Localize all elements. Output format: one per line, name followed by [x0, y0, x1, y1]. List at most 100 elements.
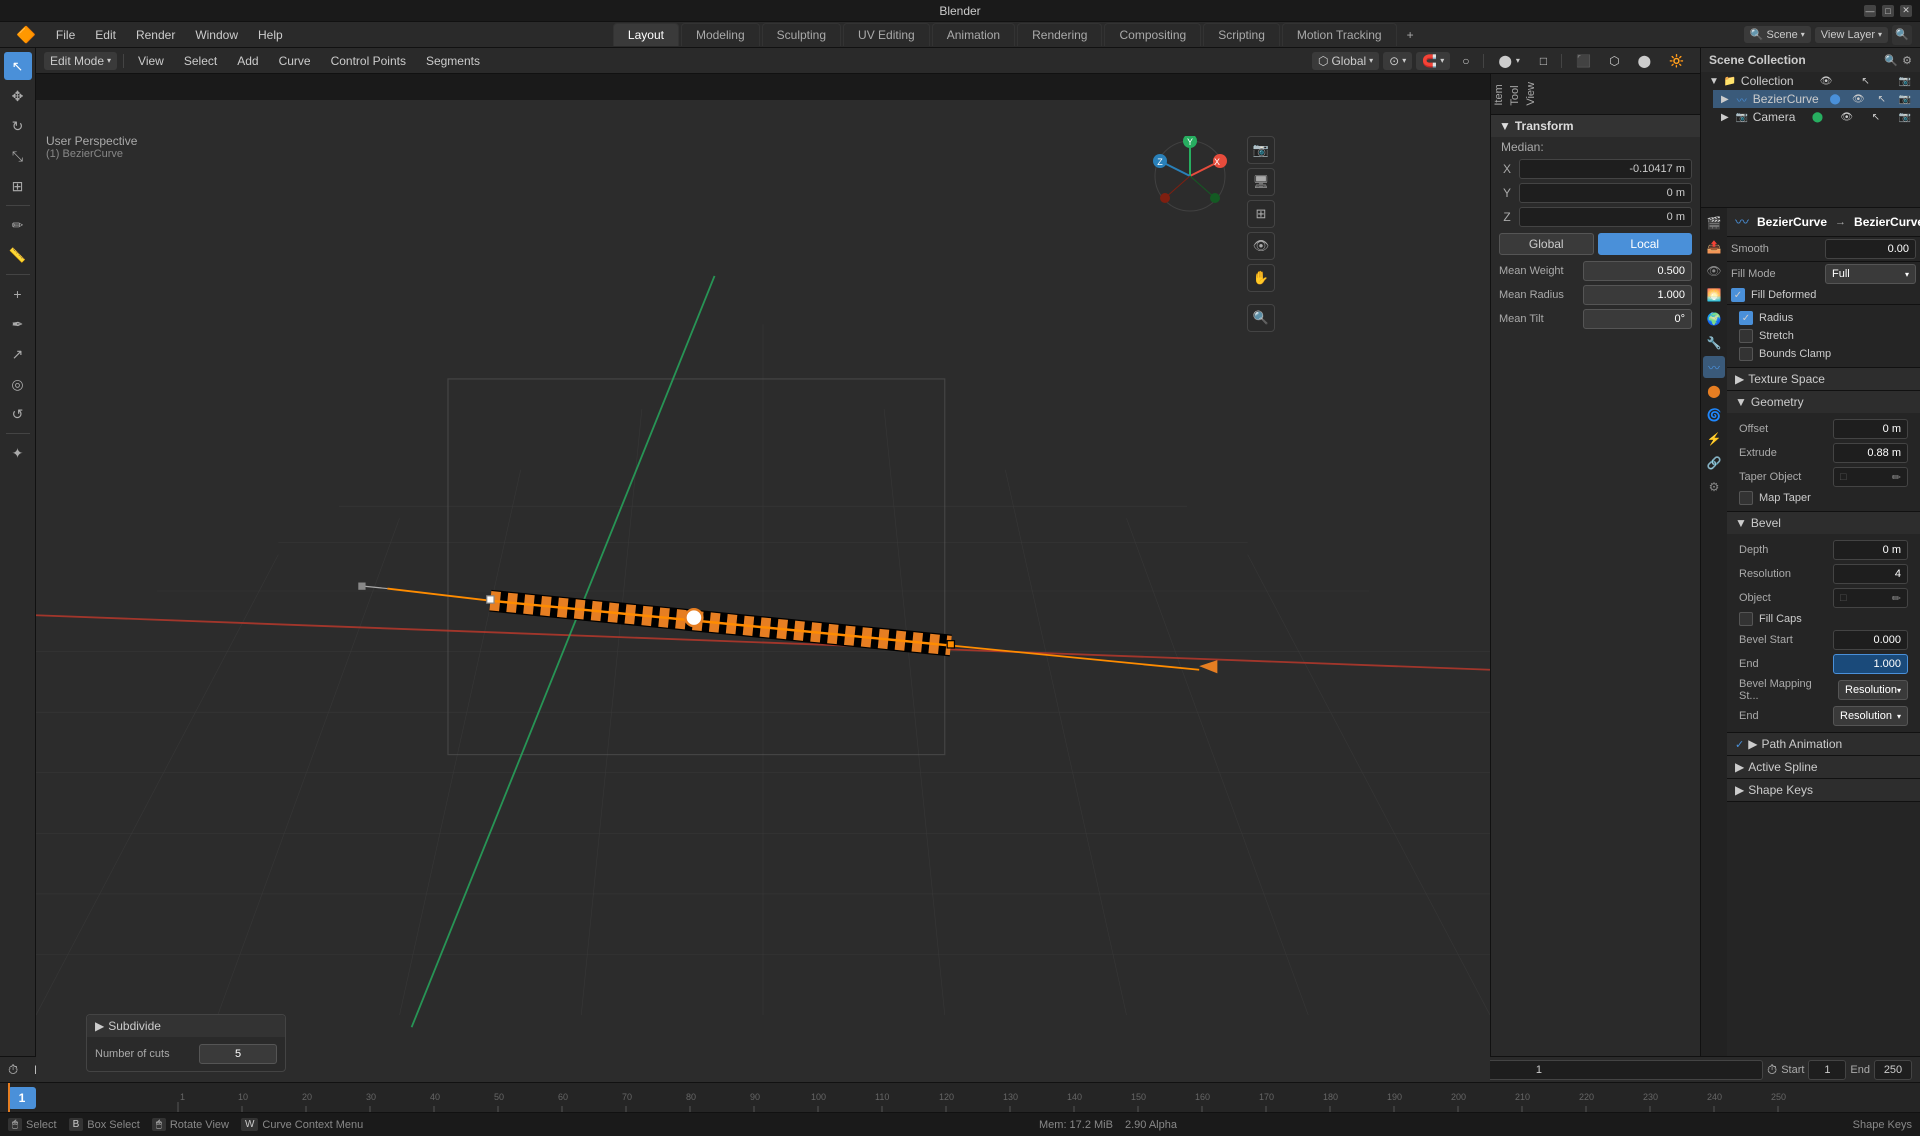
tool-rotate[interactable]: ↻: [4, 112, 32, 140]
view-tab[interactable]: View: [1523, 74, 1539, 114]
engine-selector[interactable]: 🔍 Scene ▾: [1744, 26, 1811, 43]
end-frame-input[interactable]: 250: [1874, 1060, 1912, 1080]
timeline-ruler[interactable]: 1 1 10 20: [0, 1083, 1920, 1112]
outliner-filter[interactable]: 🔍: [1884, 54, 1898, 67]
ws-tab-animation[interactable]: Animation: [932, 23, 1015, 46]
tool-random[interactable]: ✦: [4, 439, 32, 467]
collection-vis-cursor[interactable]: ↖: [1859, 74, 1873, 88]
bevel-mapping-start-select[interactable]: Resolution ▾: [1838, 680, 1908, 700]
prop-object-icon[interactable]: 🔧: [1703, 332, 1725, 354]
bevel-end-value[interactable]: 1.000: [1833, 654, 1908, 674]
prop-object-name[interactable]: BezierCurve: [1757, 215, 1827, 229]
local-btn[interactable]: Local: [1598, 233, 1693, 255]
x-input[interactable]: -0.10417 m: [1519, 159, 1692, 179]
xray-toggle[interactable]: □: [1532, 52, 1555, 70]
tool-tab[interactable]: Tool: [1507, 74, 1523, 114]
ws-tab-rendering[interactable]: Rendering: [1017, 23, 1102, 46]
proportional-edit[interactable]: ○: [1454, 52, 1477, 70]
tool-draw[interactable]: ✒: [4, 310, 32, 338]
prop-constraints-icon[interactable]: 🔗: [1703, 452, 1725, 474]
blender-logo[interactable]: 🔶: [8, 23, 44, 47]
resolution-value[interactable]: 4: [1833, 564, 1908, 584]
prop-world-icon[interactable]: 🌍: [1703, 308, 1725, 330]
wireframe-view[interactable]: ⬡: [1601, 52, 1627, 70]
segments-menu[interactable]: Segments: [418, 52, 488, 70]
taper-object-value[interactable]: □ ✏: [1833, 467, 1908, 487]
tool-tilt[interactable]: ↺: [4, 400, 32, 428]
outliner-item-collection[interactable]: ▼ 📁 Collection 👁 ↖ 📷: [1701, 72, 1920, 90]
pivot-point[interactable]: ⊙ ▾: [1383, 52, 1412, 70]
menu-file[interactable]: File: [48, 26, 83, 44]
smooth-value[interactable]: 0.00: [1825, 239, 1916, 259]
cuts-value[interactable]: 5: [199, 1044, 277, 1064]
zoom-btn[interactable]: 🔍: [1247, 304, 1275, 332]
start-frame-input[interactable]: 1: [1808, 1060, 1846, 1080]
curve-vis-eye[interactable]: 👁: [1851, 92, 1865, 106]
mean-tilt-value[interactable]: 0°: [1583, 309, 1692, 329]
overlay-settings[interactable]: ⬤ ▾: [1490, 52, 1527, 70]
camera-view-btn[interactable]: 📷: [1247, 136, 1275, 164]
tool-add-point[interactable]: +: [4, 280, 32, 308]
select-menu[interactable]: Select: [176, 52, 225, 70]
close-button[interactable]: ✕: [1900, 5, 1912, 17]
mean-radius-value[interactable]: 1.000: [1583, 285, 1692, 305]
tool-cursor[interactable]: ↖: [4, 52, 32, 80]
tool-measure[interactable]: 📏: [4, 241, 32, 269]
outliner-options[interactable]: ⚙: [1902, 54, 1912, 67]
mode-selector[interactable]: Edit Mode ▾: [44, 52, 117, 70]
texture-space-header[interactable]: ▶ Texture Space: [1727, 368, 1920, 390]
prop-modifiers-icon[interactable]: ⚙: [1703, 476, 1725, 498]
mean-weight-value[interactable]: 0.500: [1583, 261, 1692, 281]
ws-tab-modeling[interactable]: Modeling: [681, 23, 760, 46]
outliner-item-beziercurve[interactable]: ▶ 〰 BezierCurve ⬤ 👁 ↖ 📷: [1713, 90, 1920, 108]
outliner-item-camera[interactable]: ▶ 📷 Camera ⬤ 👁 ↖ 📷: [1713, 108, 1920, 126]
curve-vis-cursor[interactable]: ↖: [1875, 92, 1889, 106]
maximize-button[interactable]: □: [1882, 5, 1894, 17]
depth-value[interactable]: 0 m: [1833, 540, 1908, 560]
item-tab[interactable]: Item: [1491, 74, 1507, 114]
map-taper-checkbox[interactable]: [1739, 491, 1753, 505]
tool-annotate[interactable]: ✏: [4, 211, 32, 239]
transform-space[interactable]: ⬡ Global ▾: [1312, 52, 1379, 70]
front-view-btn[interactable]: 🖥: [1247, 168, 1275, 196]
prop-view-icon[interactable]: 👁: [1703, 260, 1725, 282]
bevel-object-value[interactable]: □ ✏: [1833, 588, 1908, 608]
hand-tool[interactable]: ✋: [1247, 264, 1275, 292]
bevel-mapping-end-select[interactable]: Resolution ▾: [1833, 706, 1908, 726]
scene-selector[interactable]: View Layer ▾: [1815, 27, 1888, 43]
timeline-frame-current[interactable]: 1: [8, 1087, 36, 1109]
ws-tab-scripting[interactable]: Scripting: [1203, 23, 1280, 46]
viewport-canvas[interactable]: User Perspective (1) BezierCurve X Y: [36, 100, 1490, 1082]
bevel-header[interactable]: ▼ Bevel: [1727, 512, 1920, 534]
fps-icon[interactable]: ⏱: [1767, 1062, 1777, 1078]
minimize-button[interactable]: —: [1864, 5, 1876, 17]
camera-vis-eye[interactable]: 👁: [1840, 110, 1854, 124]
menu-help[interactable]: Help: [250, 26, 291, 44]
transform-section-header[interactable]: ▼ Transform: [1491, 115, 1700, 137]
ws-tab-uv[interactable]: UV Editing: [843, 23, 930, 46]
side-view-btn[interactable]: 👁: [1247, 232, 1275, 260]
curve-vis-render[interactable]: 📷: [1898, 92, 1912, 106]
curve-menu[interactable]: Curve: [271, 52, 319, 70]
ws-tab-motion[interactable]: Motion Tracking: [1282, 23, 1397, 46]
prop-material-icon[interactable]: ⬤: [1703, 380, 1725, 402]
search-btn[interactable]: 🔍: [1892, 25, 1912, 45]
prop-physics-icon[interactable]: ⚡: [1703, 428, 1725, 450]
collection-vis-eye[interactable]: 👁: [1819, 74, 1833, 88]
subdivide-collapse-icon[interactable]: ▶: [95, 1019, 104, 1033]
render-view[interactable]: 🔆: [1661, 52, 1692, 70]
fill-caps-checkbox[interactable]: [1739, 612, 1753, 626]
prop-render-icon[interactable]: 🎬: [1703, 212, 1725, 234]
prop-data-icon[interactable]: 〰: [1703, 356, 1725, 378]
active-spline-header[interactable]: ▶ Active Spline: [1727, 756, 1920, 778]
view-menu[interactable]: View: [130, 52, 172, 70]
prop-data-name[interactable]: BezierCurve: [1854, 215, 1920, 229]
bevel-start-value[interactable]: 0.000: [1833, 630, 1908, 650]
bounds-clamp-checkbox[interactable]: [1739, 347, 1753, 361]
camera-vis-cursor[interactable]: ↖: [1869, 110, 1883, 124]
ws-tab-compositing[interactable]: Compositing: [1104, 23, 1201, 46]
tool-move[interactable]: ✥: [4, 82, 32, 110]
tool-radius[interactable]: ◎: [4, 370, 32, 398]
fill-deformed-checkbox[interactable]: ✓: [1731, 288, 1745, 302]
prop-scene-icon[interactable]: 🌅: [1703, 284, 1725, 306]
